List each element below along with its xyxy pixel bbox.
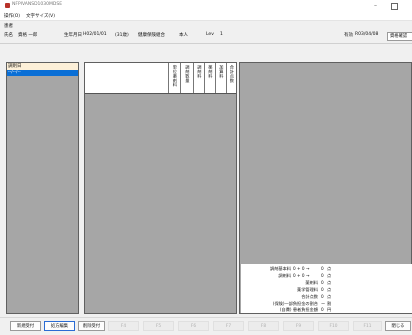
col-additional-fee: 加算料 <box>215 63 226 93</box>
app-icon <box>5 3 10 8</box>
prescription-grid: 単位薬剤料 調剤数量 調剤料 薬剤料 加算料 合計点数 <box>84 62 237 314</box>
f6-button[interactable]: F6 <box>178 321 209 331</box>
close-button[interactable]: 閉じる <box>385 321 411 331</box>
lev-label: Lev <box>206 32 214 37</box>
col-unit-drug-fee: 単位薬剤料 <box>168 63 180 93</box>
dispense-date-list: 調剤日 --/--/-- <box>6 62 79 314</box>
patient-tag: 患者 <box>4 24 13 29</box>
function-key-bar: 新規受付 処方編集 削除受付 F4 F5 F6 F7 F8 F9 F10 F11… <box>0 317 412 335</box>
minimize-icon[interactable]: – <box>374 2 377 9</box>
valid-date: R03/04/08 <box>355 32 379 37</box>
window-title: NFPIVANSD1030MDSE <box>12 2 63 7</box>
detail-area: 調剤基本料 0 + 0 → 0 点 調剤料 0 + 0 → 0 点 薬剤料 0 … <box>239 62 412 314</box>
birth-date: H02/01/01 <box>83 32 107 37</box>
list-item[interactable]: --/--/-- <box>7 70 78 76</box>
f5-button[interactable]: F5 <box>143 321 174 331</box>
menu-bar: 操作(O) 文字サイズ(V) <box>0 11 412 21</box>
patient-header: 患者 氏名 資格 一郎 生年月日 H02/01/01 (31歳) 健康保険組合 … <box>0 21 412 44</box>
insured-relation: 本人 <box>179 33 188 38</box>
col-drug-fee: 薬剤料 <box>204 63 215 93</box>
grid-header-blank <box>85 63 168 93</box>
lev-value: 1 <box>220 32 223 37</box>
f7-button[interactable]: F7 <box>213 321 244 331</box>
delete-reception-button[interactable]: 削除受付 <box>78 321 105 331</box>
insurance-type: 健康保険組合 <box>138 33 165 38</box>
grid-header: 単位薬剤料 調剤数量 調剤料 薬剤料 加算料 合計点数 <box>85 63 236 94</box>
menu-font-size[interactable]: 文字サイズ(V) <box>26 13 55 19</box>
fee-summary: 調剤基本料 0 + 0 → 0 点 調剤料 0 + 0 → 0 点 薬剤料 0 … <box>241 264 412 313</box>
new-reception-button[interactable]: 新規受付 <box>10 321 41 331</box>
name-label: 氏名 <box>4 33 13 38</box>
eligibility-confirm-button[interactable]: 資格確認 <box>387 32 412 41</box>
maximize-icon[interactable] <box>391 3 398 10</box>
valid-label: 有効 <box>344 33 353 38</box>
f4-button[interactable]: F4 <box>108 321 139 331</box>
list-header: 調剤日 <box>7 63 78 70</box>
f9-button[interactable]: F9 <box>283 321 314 331</box>
f11-button[interactable]: F11 <box>353 321 382 331</box>
col-dispense-fee: 調剤料 <box>193 63 204 93</box>
f8-button[interactable]: F8 <box>248 321 279 331</box>
col-dispense-qty: 調剤数量 <box>180 63 193 93</box>
f10-button[interactable]: F10 <box>318 321 349 331</box>
col-total-points: 合計点数 <box>226 63 236 93</box>
edit-prescription-button[interactable]: 処方編集 <box>44 321 75 331</box>
patient-age: (31歳) <box>115 33 129 38</box>
patient-name: 資格 一郎 <box>18 33 38 38</box>
birth-label: 生年月日 <box>64 33 82 38</box>
menu-operation[interactable]: 操作(O) <box>4 13 20 19</box>
